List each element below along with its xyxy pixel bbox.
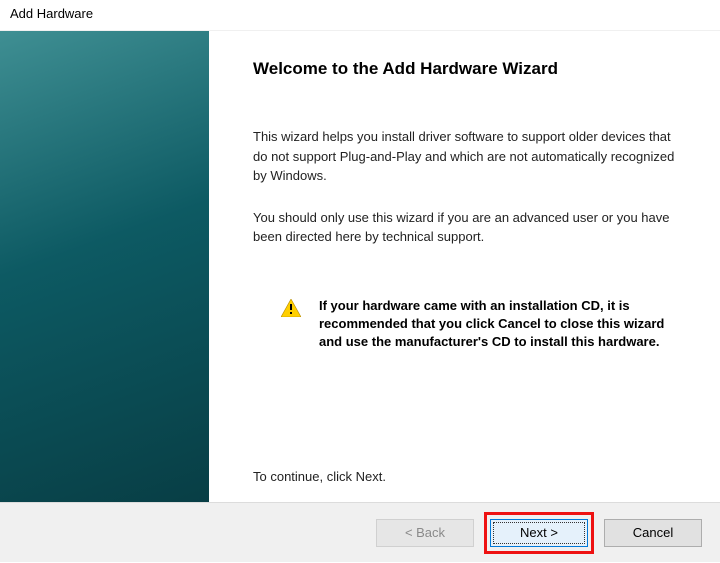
next-button[interactable]: Next > [490,519,588,547]
wizard-side-image [0,31,209,502]
warning-icon [281,299,301,317]
wizard-heading: Welcome to the Add Hardware Wizard [253,59,682,79]
wizard-content: Welcome to the Add Hardware Wizard This … [209,31,720,502]
next-button-highlight: Next > [484,512,594,554]
wizard-paragraph-2: You should only use this wizard if you a… [253,208,682,247]
wizard-paragraph-1: This wizard helps you install driver sof… [253,127,682,186]
window-title: Add Hardware [0,0,720,30]
cancel-button[interactable]: Cancel [604,519,702,547]
wizard-body: Welcome to the Add Hardware Wizard This … [0,30,720,502]
wizard-notice: If your hardware came with an installati… [253,297,682,352]
back-button: < Back [376,519,474,547]
wizard-notice-text: If your hardware came with an installati… [319,297,682,352]
continue-hint: To continue, click Next. [253,469,682,492]
wizard-button-row: < Back Next > Cancel [0,502,720,562]
